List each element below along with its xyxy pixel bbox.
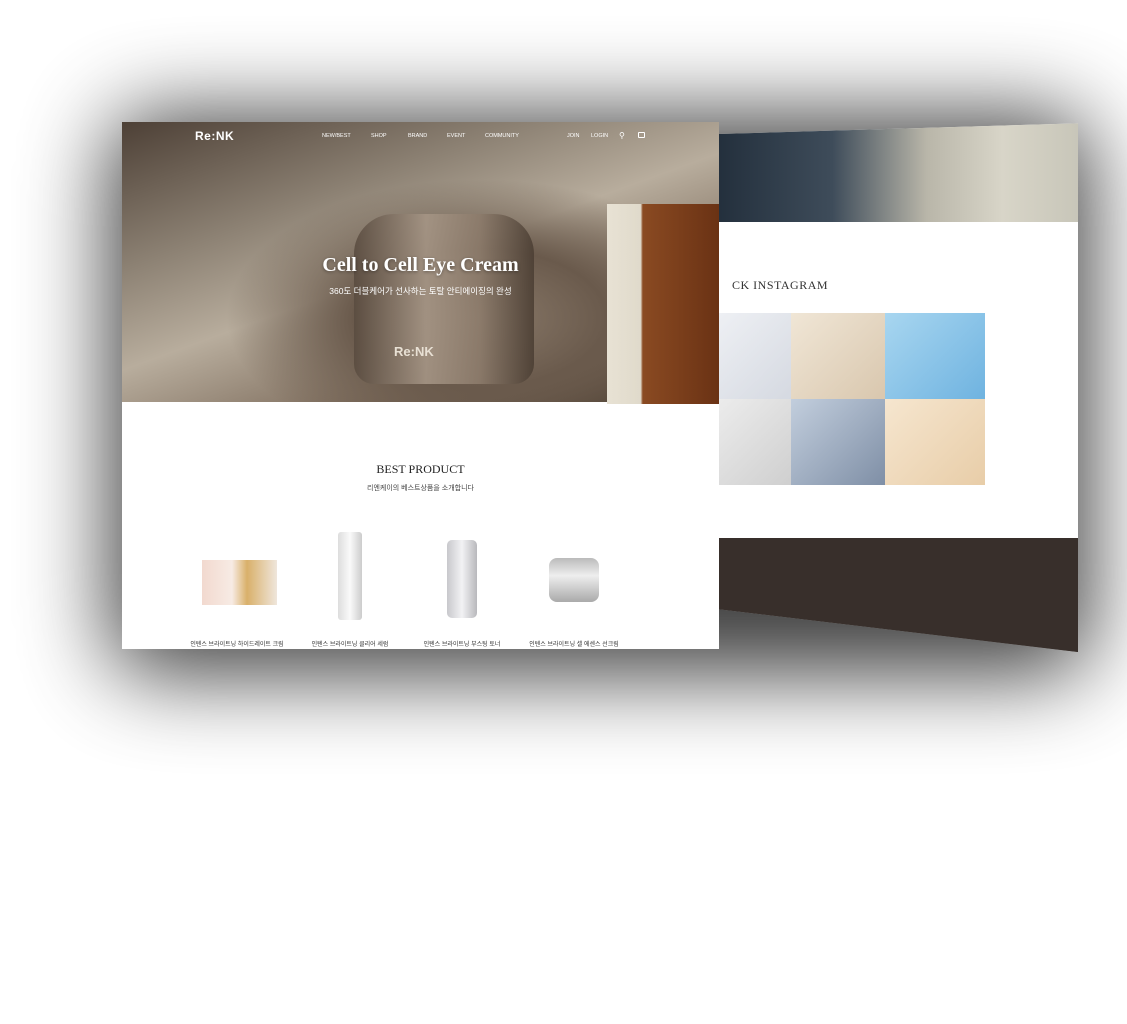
cs-line: 고객센터 1588-0000 [750, 999, 790, 1004]
instagram-tile[interactable] [791, 313, 885, 399]
nav-community[interactable]: COMMUNITY [485, 133, 519, 139]
product-name: 인텐스 브라이트닝 하이드레이트 크림 [190, 642, 284, 648]
product-name: 인텐스 브라이트닝 셀 에센스 선크림 [529, 642, 619, 648]
product-image [290, 522, 410, 620]
best-product-title: BEST PRODUCT [376, 462, 465, 476]
search-icon[interactable]: ⚲ [619, 131, 625, 140]
product-card[interactable]: 인텐스 브라이트닝 셀 에센스 선크림 [514, 522, 634, 648]
hero-subtitle: 360도 더블케어가 선사하는 토탈 안티에이징의 완성 [329, 286, 512, 296]
instagram-tile[interactable] [718, 313, 791, 399]
login-link[interactable]: LOGIN [591, 133, 608, 139]
product-card[interactable]: 인텐스 브라이트닝 부스팅 토너 [402, 522, 522, 648]
hero-book-image [607, 204, 719, 404]
nav-shop[interactable]: SHOP [371, 133, 387, 139]
instagram-tile[interactable] [718, 399, 791, 485]
nav-event[interactable]: EVENT [447, 133, 465, 139]
product-name: 인텐스 브라이트닝 클리어 세럼 [311, 642, 389, 648]
back-top-banner [718, 123, 1078, 222]
instagram-title: CK INSTAGRAM [732, 278, 829, 292]
instagram-tile[interactable] [885, 399, 985, 485]
instagram-tile[interactable] [791, 399, 885, 485]
instagram-grid [718, 313, 985, 485]
cart-icon[interactable] [638, 132, 645, 138]
product-image [177, 522, 297, 617]
join-link[interactable]: JOIN [567, 133, 580, 139]
hero-banner: Re:NK Re:NK NEW/BEST SHOP BRAND EVENT CO… [122, 122, 719, 404]
jar-logo: Re:NK [394, 344, 434, 359]
hero-jar-image [354, 214, 534, 384]
sns-title: SNS. [908, 994, 923, 1000]
best-product-subtitle: 리엔케이의 베스트상품을 소개합니다 [367, 485, 474, 492]
back-page-preview: CK INSTAGRAM CS Center. 고객센터 1588-0000 평… [718, 123, 1078, 652]
product-card[interactable]: 인텐스 브라이트닝 클리어 세럼 [290, 522, 410, 648]
product-image [402, 522, 522, 618]
hero-title: Cell to Cell Eye Cream [322, 254, 519, 276]
cs-center-title: CS Center. [750, 986, 780, 992]
nav-brand[interactable]: BRAND [408, 133, 427, 139]
instagram-icon[interactable] [908, 1006, 916, 1014]
site-logo[interactable]: Re:NK [195, 129, 234, 143]
facebook-icon[interactable] [923, 1006, 931, 1014]
top-nav: Re:NK NEW/BEST SHOP BRAND EVENT COMMUNIT… [122, 122, 719, 150]
instagram-tile[interactable] [885, 313, 985, 399]
nav-new-best[interactable]: NEW/BEST [322, 133, 351, 139]
product-card[interactable]: 인텐스 브라이트닝 하이드레이트 크림 [177, 522, 297, 648]
product-image [514, 522, 634, 617]
product-name: 인텐스 브라이트닝 부스팅 토너 [423, 642, 501, 648]
front-page-preview: Re:NK Re:NK NEW/BEST SHOP BRAND EVENT CO… [122, 122, 719, 649]
cs-line: 평일 10:00-17:00 [750, 1008, 784, 1013]
cs-line: 점심시간 12:00-13:00 (주말/공휴일 휴무) [750, 1018, 828, 1023]
